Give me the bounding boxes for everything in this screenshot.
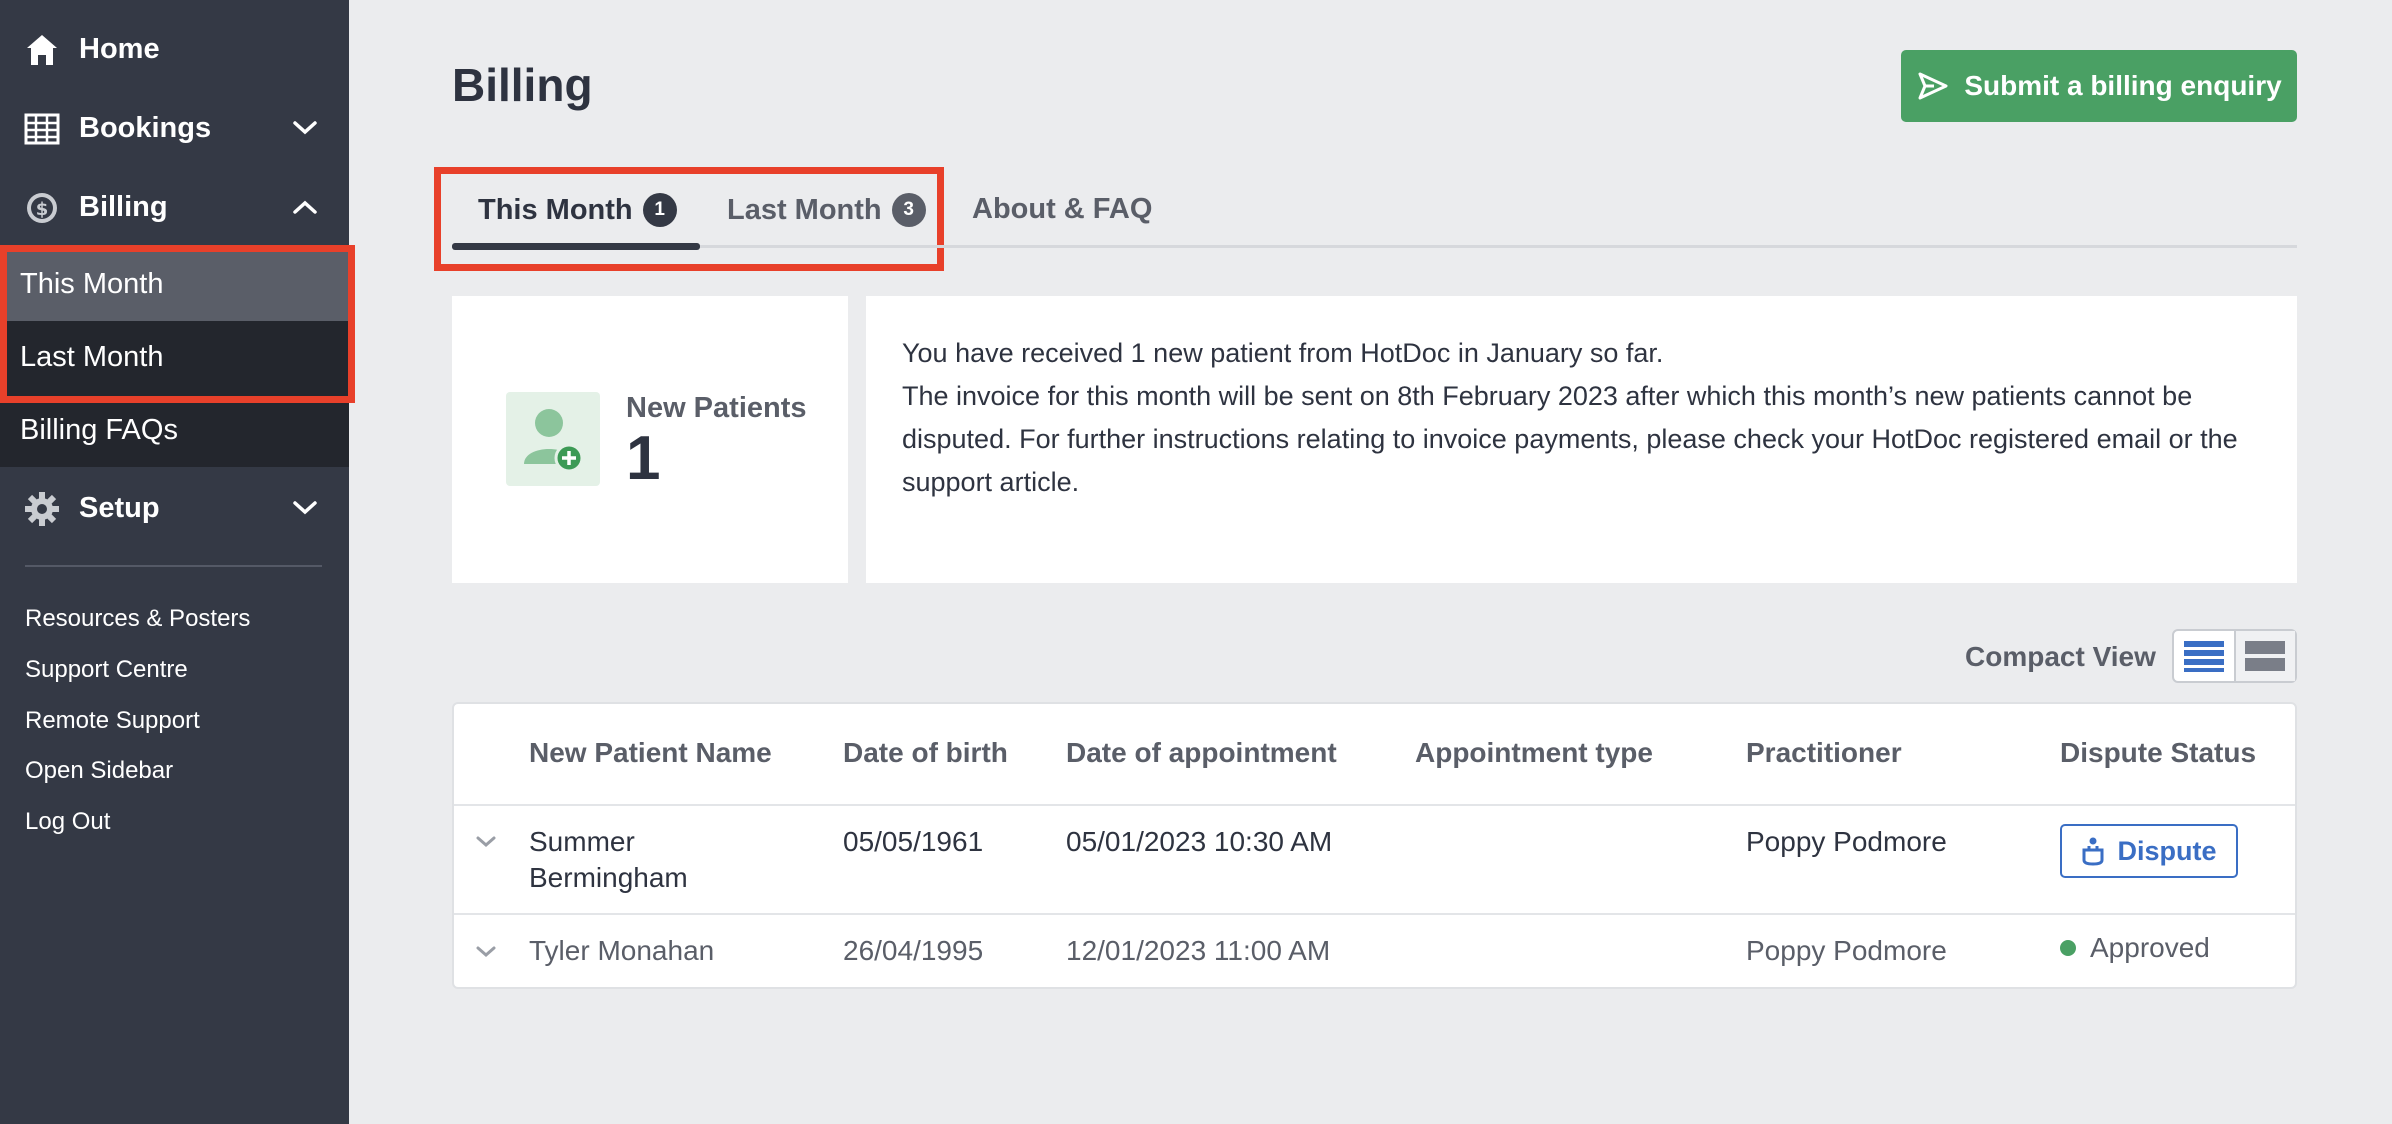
nav-home[interactable]: Home (0, 18, 349, 80)
column-header-type: Appointment type (1415, 737, 1653, 768)
row-divider (454, 913, 2295, 915)
link-log-out[interactable]: Log Out (25, 808, 110, 836)
nav-bookings-label: Bookings (79, 111, 212, 144)
billing-info-line-1: You have received 1 new patient from Hot… (902, 338, 1664, 368)
gear-icon (25, 492, 59, 526)
column-header-dob: Date of birth (843, 737, 1008, 768)
link-open-sidebar[interactable]: Open Sidebar (25, 757, 173, 785)
home-icon (27, 35, 57, 65)
dispute-button-label: Dispute (2117, 835, 2217, 866)
column-header-dispute-status: Dispute Status (2060, 737, 2257, 768)
page-title: Billing (452, 59, 593, 111)
patient-dob: 26/04/1995 (843, 935, 984, 966)
column-header-practitioner: Practitioner (1746, 737, 1902, 768)
sidebar-highlight-box (0, 245, 355, 403)
nav-setup[interactable]: Setup (0, 477, 349, 539)
tab-this-month[interactable]: This Month 1 (478, 193, 677, 227)
row-expand-chevron-icon[interactable] (474, 944, 498, 960)
dispute-button[interactable]: Dispute (2060, 824, 2238, 878)
status-badge: Approved (2060, 932, 2210, 964)
nav-bookings[interactable]: Bookings (0, 97, 349, 159)
billing-info-line-2: The invoice for this month will be sent … (902, 381, 2238, 497)
enquiry-button-label: Submit a billing enquiry (1964, 70, 2282, 101)
dollar-coin-icon: $ (27, 193, 57, 223)
billing-info-text: You have received 1 new patient from Hot… (902, 332, 2302, 504)
chevron-up-icon (293, 200, 317, 214)
expanded-list-icon (2245, 641, 2286, 671)
column-header-name: New Patient Name (529, 737, 772, 768)
appointment-datetime: 12/01/2023 11:00 AM (1066, 935, 1331, 966)
compact-view-label: Compact View (1965, 641, 2156, 672)
send-icon (1918, 72, 1948, 100)
sidebar-item-label: Billing FAQs (20, 414, 178, 446)
table-grid-icon (24, 113, 60, 145)
new-patients-count: 1 (626, 424, 661, 493)
billing-info-card: You have received 1 new patient from Hot… (866, 296, 2297, 583)
dispute-hand-icon (2082, 837, 2104, 866)
view-toggle (2172, 629, 2297, 683)
compact-view-button[interactable] (2174, 631, 2234, 681)
sidebar-divider (25, 565, 322, 567)
patient-name: Summer Bermingham (529, 826, 688, 893)
chevron-down-icon (293, 501, 317, 515)
link-remote-support[interactable]: Remote Support (25, 707, 200, 735)
nav-billing-label: Billing (79, 190, 168, 223)
link-resources-posters[interactable]: Resources & Posters (25, 605, 250, 633)
tab-label: About & FAQ (972, 193, 1153, 225)
tab-last-month[interactable]: Last Month 3 (727, 193, 926, 227)
approved-status-dot (2060, 940, 2076, 956)
nav-billing[interactable]: $ Billing (0, 176, 349, 238)
tabs-baseline (452, 245, 2297, 248)
link-support-centre[interactable]: Support Centre (25, 656, 188, 684)
patient-dob: 05/05/1961 (843, 826, 984, 857)
row-expand-chevron-icon[interactable] (474, 834, 498, 850)
tab-count-badge: 3 (891, 193, 926, 227)
active-tab-indicator (452, 243, 700, 250)
nav-home-label: Home (79, 32, 160, 65)
chevron-down-icon (293, 121, 317, 135)
practitioner-name: Poppy Podmore (1746, 826, 1947, 857)
submit-billing-enquiry-button[interactable]: Submit a billing enquiry (1901, 50, 2297, 122)
svg-text:$: $ (36, 199, 49, 220)
new-patients-label: New Patients (626, 392, 807, 424)
patient-name: Tyler Monahan (529, 935, 715, 966)
tab-label: This Month (478, 193, 633, 226)
new-patients-card: New Patients 1 (452, 296, 848, 583)
status-label: Approved (2090, 932, 2210, 963)
tab-about-faq[interactable]: About & FAQ (972, 193, 1152, 226)
tab-count-badge: 1 (642, 193, 677, 227)
nav-setup-label: Setup (79, 491, 160, 524)
column-header-appointment: Date of appointment (1066, 737, 1337, 768)
expanded-view-button[interactable] (2233, 631, 2295, 681)
row-divider (454, 804, 2295, 806)
tab-label: Last Month (727, 193, 882, 226)
sidebar: Home Bookings $ Billing This Month Last … (0, 0, 349, 1124)
compact-list-icon (2183, 641, 2224, 672)
appointment-datetime: 05/01/2023 10:30 AM (1066, 826, 1333, 857)
patients-table: New Patient Name Date of birth Date of a… (452, 702, 2297, 989)
new-patient-icon (506, 392, 600, 486)
sidebar-item-billing-faqs[interactable]: Billing FAQs (0, 394, 349, 467)
practitioner-name: Poppy Podmore (1746, 935, 1947, 966)
